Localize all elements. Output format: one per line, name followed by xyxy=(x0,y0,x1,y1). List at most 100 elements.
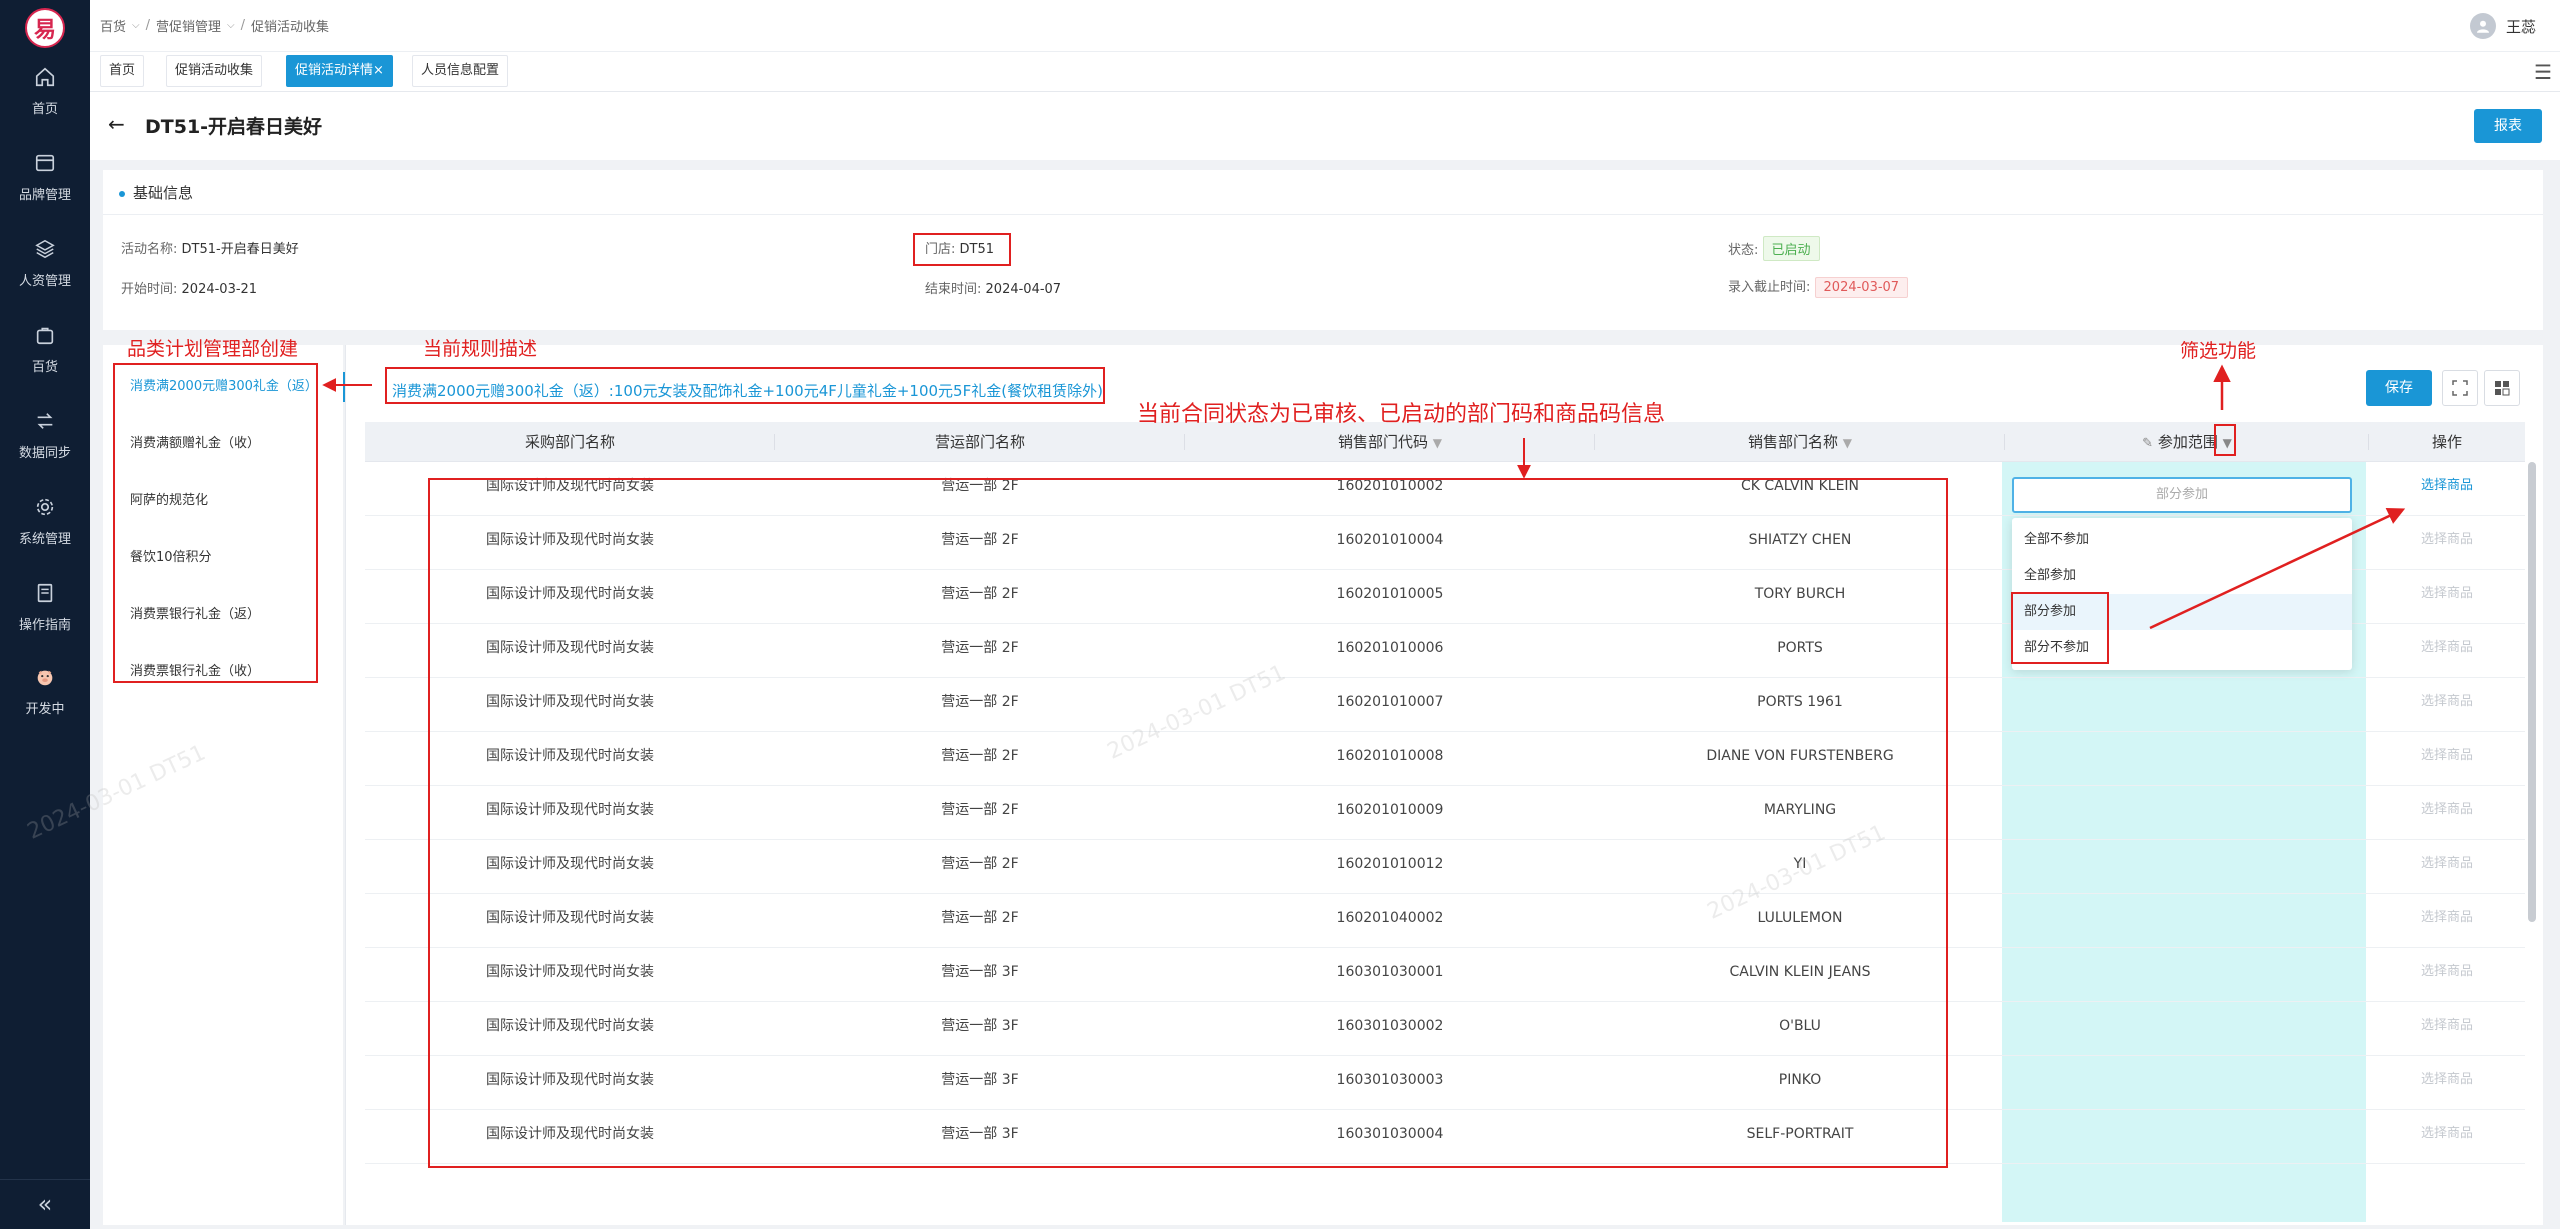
sidebar-item-hr[interactable]: 人资管理 xyxy=(0,238,90,318)
field-value: DT51-开启春日美好 xyxy=(181,242,299,257)
column-header: 销售部门代码 ▼ xyxy=(1185,422,1595,462)
sidebar-item-department-store[interactable]: 百货 xyxy=(0,324,90,404)
deadline-field: 录入截止时间: 2024-03-07 xyxy=(1728,276,1909,298)
sidebar-item-label: 首页 xyxy=(31,102,58,117)
select-goods-link[interactable]: 选择商品 xyxy=(2369,570,2525,624)
breadcrumb-separator: / xyxy=(145,18,150,33)
annotation-box-rule-desc xyxy=(385,367,1105,404)
dot-icon xyxy=(119,190,125,197)
section-title-label: 基础信息 xyxy=(133,184,194,202)
sidebar-item-data-sync[interactable]: 数据同步 xyxy=(0,410,90,490)
dropdown-option[interactable]: 全部参加 xyxy=(2012,558,2352,594)
double-chevron-left-icon: « xyxy=(37,1190,53,1218)
user-menu[interactable]: 王蕊 xyxy=(2469,13,2536,39)
sidebar-item-home[interactable]: 首页 xyxy=(0,66,90,146)
column-header-label: 销售部门代码 xyxy=(1337,433,1428,451)
select-goods-link[interactable]: 选择商品 xyxy=(2369,1002,2525,1056)
top-bar: 百货 ⌵ / 营促销管理 ⌵ / 促销活动收集 王蕊 xyxy=(90,0,2560,52)
filter-icon[interactable]: ▼ xyxy=(1843,436,1852,450)
end-time-field: 结束时间: 2024-04-07 xyxy=(925,278,1061,297)
sidebar-item-brand[interactable]: 品牌管理 xyxy=(0,152,90,232)
tab-staff-config[interactable]: 人员信息配置 xyxy=(412,55,509,87)
user-name: 王蕊 xyxy=(2505,17,2536,36)
tab-bar: 首页 促销活动收集 促销活动详情× 人员信息配置 ☰ xyxy=(90,52,2560,92)
select-goods-link[interactable]: 选择商品 xyxy=(2369,840,2525,894)
vertical-scrollbar[interactable] xyxy=(2528,462,2536,922)
book-icon xyxy=(37,583,53,603)
select-goods-link[interactable]: 选择商品 xyxy=(2369,894,2525,948)
breadcrumb: 百货 ⌵ / 营促销管理 ⌵ / 促销活动收集 xyxy=(100,16,329,35)
breadcrumb-separator: / xyxy=(240,18,245,33)
basic-info-section: 基础信息 活动名称: DT51-开启春日美好 门店: DT51 状态: 已启动 … xyxy=(103,170,2543,330)
breadcrumb-item[interactable]: 百货 xyxy=(100,16,126,35)
sidebar-item-label: 数据同步 xyxy=(18,446,71,461)
hamburger-menu-icon[interactable]: ☰ xyxy=(2534,60,2552,84)
sidebar-item-guide[interactable]: 操作指南 xyxy=(0,582,90,662)
annotation-box-rules xyxy=(113,363,318,683)
sidebar-item-system[interactable]: 系统管理 xyxy=(0,496,90,576)
column-header: 采购部门名称 xyxy=(365,422,775,462)
select-goods-link[interactable]: 选择商品 xyxy=(2369,1110,2525,1164)
select-goods-link[interactable]: 选择商品 xyxy=(2369,516,2525,570)
tab-home[interactable]: 首页 xyxy=(100,55,145,87)
select-goods-link[interactable]: 选择商品 xyxy=(2369,624,2525,678)
select-goods-link[interactable]: 选择商品 xyxy=(2369,732,2525,786)
annotation-box-options xyxy=(2011,592,2109,664)
layers-icon xyxy=(35,239,55,259)
range-select[interactable]: 部分参加 xyxy=(2012,477,2352,513)
field-key: 结束时间: xyxy=(925,282,982,297)
field-key: 活动名称: xyxy=(121,242,178,257)
breadcrumb-item[interactable]: 营促销管理 xyxy=(156,16,221,35)
dropdown-option[interactable]: 全部不参加 xyxy=(2012,522,2352,558)
avatar xyxy=(2469,13,2496,39)
filter-icon[interactable]: ▼ xyxy=(1433,436,1442,450)
field-value: 2024-03-21 xyxy=(181,282,258,297)
collapse-sidebar-button[interactable]: « xyxy=(0,1179,90,1229)
column-header: 销售部门名称 ▼ xyxy=(1595,422,2005,462)
store-icon xyxy=(35,154,55,172)
sidebar-item-in-dev[interactable]: 开发中 xyxy=(0,666,90,746)
status-field: 状态: 已启动 xyxy=(1728,236,1820,261)
back-arrow-icon[interactable]: ← xyxy=(108,112,125,136)
select-goods-link[interactable]: 选择商品 xyxy=(2369,948,2525,1002)
field-key: 开始时间: xyxy=(121,282,178,297)
tab-label: 促销活动详情 xyxy=(295,63,374,78)
page-title: DT51-开启春日美好 xyxy=(145,116,323,138)
field-key: 录入截止时间: xyxy=(1728,280,1811,295)
save-button[interactable]: 保存 xyxy=(2366,370,2432,406)
select-goods-link[interactable]: 选择商品 xyxy=(2369,678,2525,732)
tab-label: 促销活动收集 xyxy=(175,63,254,78)
field-key: 状态: xyxy=(1728,243,1759,258)
report-button[interactable]: 报表 xyxy=(2474,109,2542,143)
gear-icon xyxy=(36,498,54,516)
column-header-label: 销售部门名称 xyxy=(1747,433,1838,451)
select-goods-link[interactable]: 选择商品 xyxy=(2369,462,2525,516)
sidebar-item-label: 开发中 xyxy=(25,702,65,717)
field-value: 2024-04-07 xyxy=(985,282,1062,297)
logo[interactable]: 易 xyxy=(25,8,65,48)
chevron-down-icon: ⌵ xyxy=(132,20,140,31)
chevron-down-icon: ⌵ xyxy=(227,20,235,31)
column-settings-button[interactable] xyxy=(2484,370,2520,406)
select-goods-link[interactable]: 选择商品 xyxy=(2369,786,2525,840)
logo-mark: 易 xyxy=(33,18,56,43)
deadline-badge: 2024-03-07 xyxy=(1814,277,1909,298)
pig-icon xyxy=(37,670,53,686)
select-goods-link[interactable]: 选择商品 xyxy=(2369,1056,2525,1110)
expand-icon xyxy=(2452,380,2468,396)
annotation-label: 品类计划管理部创建 xyxy=(127,338,299,360)
sidebar-item-label: 操作指南 xyxy=(18,618,71,633)
annotation-label: 当前合同状态为已审核、已启动的部门码和商品码信息 xyxy=(1137,402,1666,427)
fullscreen-button[interactable] xyxy=(2442,370,2478,406)
annotation-label: 筛选功能 xyxy=(2180,340,2257,362)
tab-promo-detail[interactable]: 促销活动详情× xyxy=(286,55,393,87)
column-header: 营运部门名称 xyxy=(775,422,1185,462)
bag-icon xyxy=(36,327,54,345)
start-time-field: 开始时间: 2024-03-21 xyxy=(121,278,257,297)
column-header-label: 操作 xyxy=(2431,433,2462,451)
grid-icon xyxy=(2495,381,2510,396)
activity-name-field: 活动名称: DT51-开启春日美好 xyxy=(121,238,299,257)
breadcrumb-item[interactable]: 促销活动收集 xyxy=(251,16,329,35)
close-icon[interactable]: × xyxy=(373,63,384,78)
tab-promo-collect[interactable]: 促销活动收集 xyxy=(166,55,263,87)
